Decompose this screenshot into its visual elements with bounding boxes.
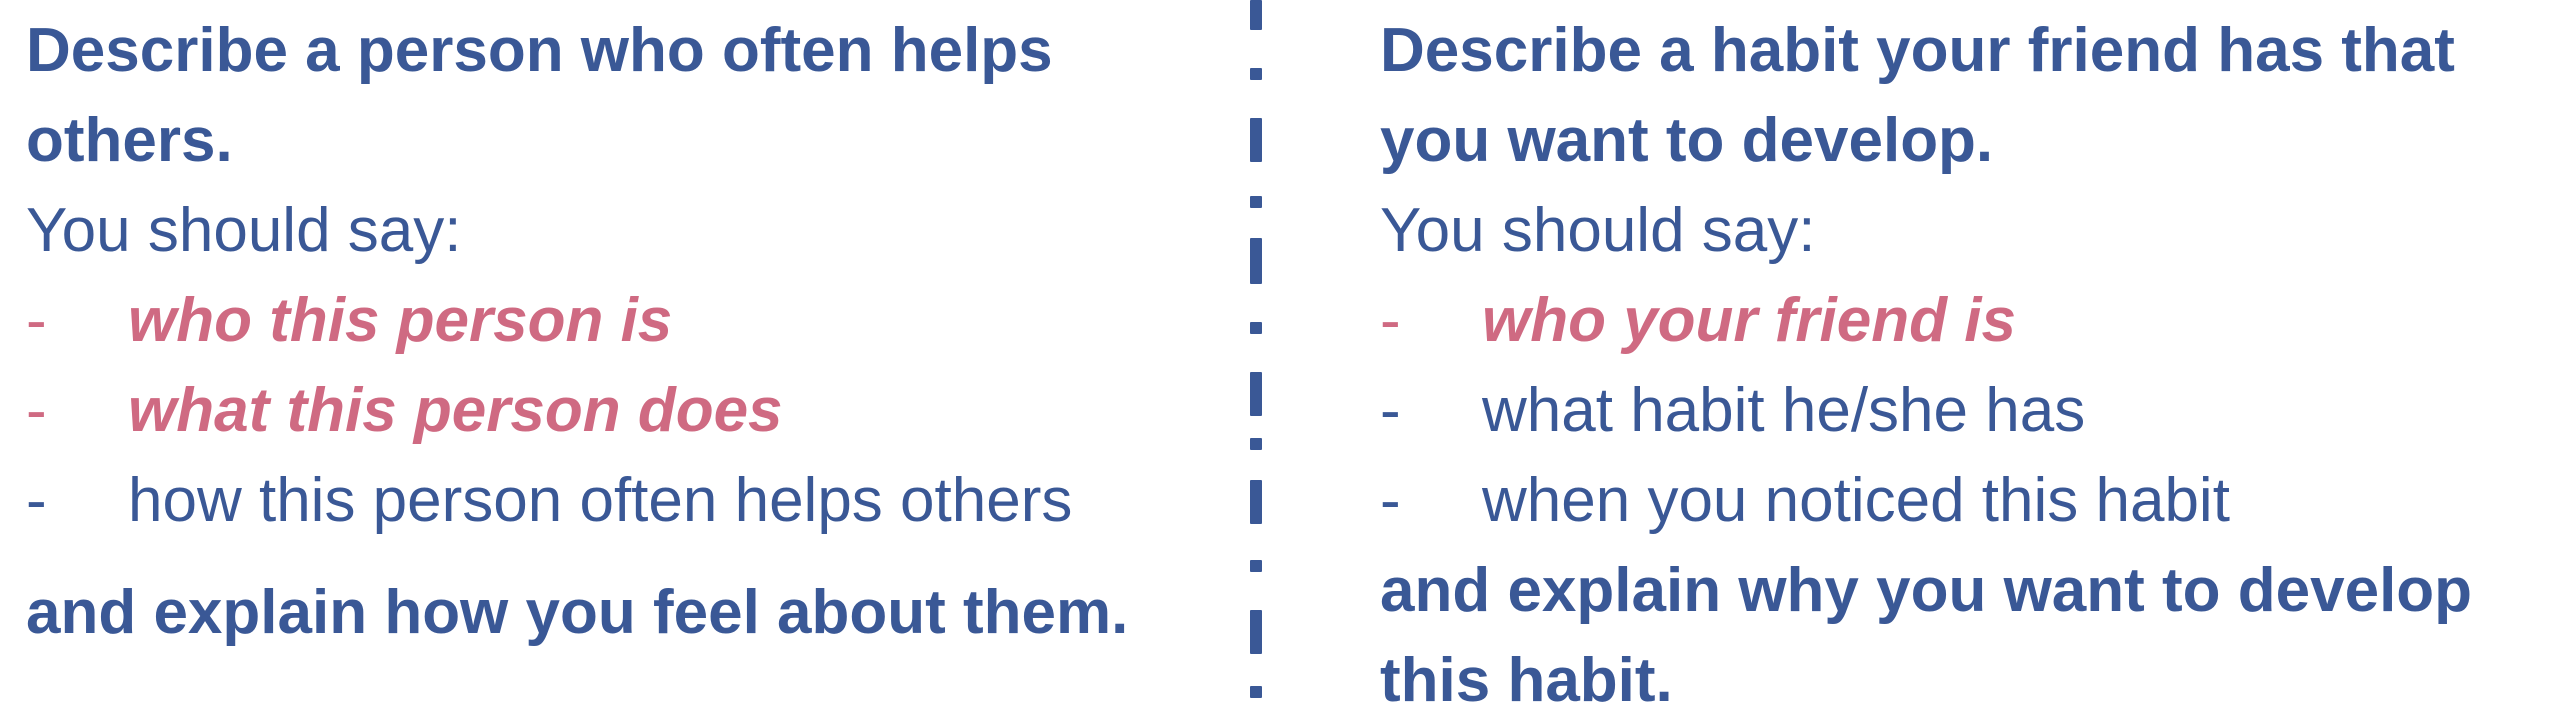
- bullet-item: - who this person is: [26, 276, 1226, 366]
- bullet-text: who your friend is: [1482, 286, 2016, 355]
- cue-card-intro: You should say:: [26, 196, 462, 265]
- cue-card-closing: and explain how you feel about them.: [26, 578, 1129, 647]
- bullet-text: who this person is: [128, 286, 673, 355]
- cue-card-right: Describe a habit your friend has that yo…: [1380, 0, 2554, 726]
- bullet-dash: -: [26, 466, 47, 535]
- bullet-text: when you noticed this habit: [1482, 466, 2230, 535]
- cue-card-title: Describe a person who often helps others…: [26, 16, 1053, 175]
- bullet-dash: -: [26, 376, 47, 445]
- cue-card-left: Describe a person who often helps others…: [26, 0, 1226, 658]
- cue-card-intro: You should say:: [1380, 196, 1816, 265]
- cue-card-bullets: - who your friend is - what habit he/she…: [1380, 276, 2554, 546]
- cue-card-closing: and explain why you want to develop this…: [1380, 556, 2473, 715]
- cue-card-bullets: - who this person is - what this person …: [26, 276, 1226, 546]
- bullet-item: - who your friend is: [1380, 276, 2554, 366]
- bullet-text: what habit he/she has: [1482, 376, 2086, 445]
- cue-card-title: Describe a habit your friend has that yo…: [1380, 16, 2455, 175]
- bullet-text: what this person does: [128, 376, 783, 445]
- vertical-dashed-divider: [1250, 0, 1262, 720]
- bullet-dash: -: [1380, 286, 1401, 355]
- bullet-dash: -: [1380, 466, 1401, 535]
- bullet-item: - how this person often helps others: [26, 456, 1226, 546]
- bullet-item: - what habit he/she has: [1380, 366, 2554, 456]
- bullet-dash: -: [26, 286, 47, 355]
- bullet-text: how this person often helps others: [128, 466, 1073, 535]
- bullet-item: - when you noticed this habit: [1380, 456, 2554, 546]
- bullet-item: - what this person does: [26, 366, 1226, 456]
- bullet-dash: -: [1380, 376, 1401, 445]
